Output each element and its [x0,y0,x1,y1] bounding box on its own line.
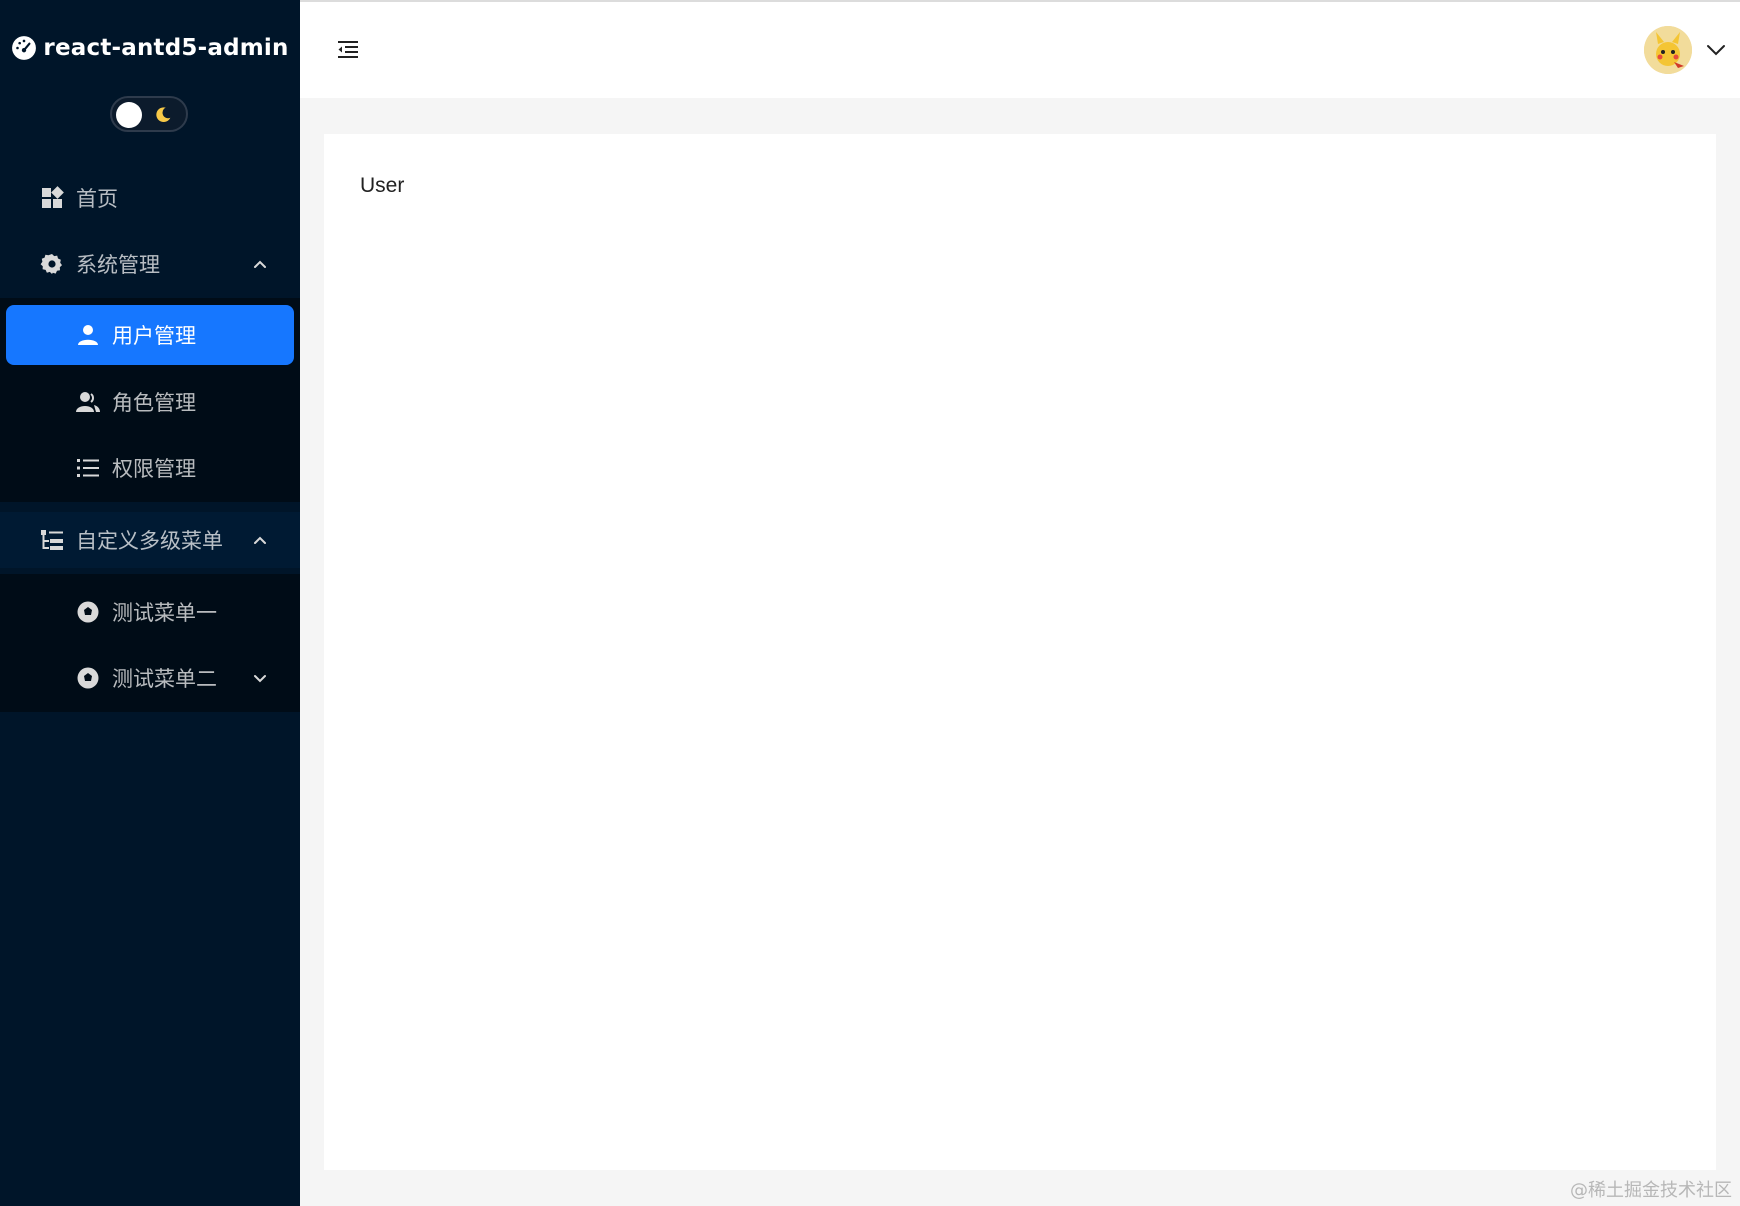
menu-item-custom[interactable]: 自定义多级菜单 [0,512,300,568]
content-text: User [360,174,405,197]
menu-item-home[interactable]: 首页 [0,170,300,226]
menu-home-label: 首页 [76,187,118,211]
chevron-down-icon [254,675,266,683]
chevron-down-icon[interactable] [1706,42,1726,58]
appstore-icon [40,186,64,210]
setting-icon [40,252,64,276]
menu-item-roles[interactable]: 角色管理 [0,374,300,430]
brand-title: react-antd5-admin [43,35,289,61]
avatar[interactable] [1644,26,1692,74]
team-icon [76,390,100,414]
menu-fold-icon[interactable] [336,38,360,62]
aperture-icon [76,600,100,624]
user-icon [76,323,100,347]
content-card: User [324,134,1716,1170]
menu-roles-label: 角色管理 [112,391,196,415]
menu-custom-label: 自定义多级菜单 [76,529,223,553]
watermark: @稀土掘金技术社区 [1570,1180,1732,1201]
menu-system-label: 系统管理 [76,253,160,277]
toggle-knob [116,102,142,128]
menu-item-system[interactable]: 系统管理 [0,236,300,292]
tree-icon [40,528,64,552]
unordered-list-icon [76,456,100,480]
menu-test1-label: 测试菜单一 [112,601,217,625]
menu-item-users[interactable]: 用户管理 [0,307,300,363]
menu-permissions-label: 权限管理 [112,457,196,481]
menu-item-test2[interactable]: 测试菜单二 [0,650,300,706]
aperture-icon [76,666,100,690]
chevron-up-icon [254,260,266,268]
dashboard-icon [12,36,37,60]
menu-item-permissions[interactable]: 权限管理 [0,440,300,496]
menu-users-label: 用户管理 [112,324,196,348]
theme-toggle[interactable] [110,96,188,132]
brand[interactable]: react-antd5-admin [0,30,300,66]
menu-test2-label: 测试菜单二 [112,667,217,691]
menu-item-test1[interactable]: 测试菜单一 [0,584,300,640]
header [300,2,1740,98]
moon-icon [156,107,171,123]
chevron-up-icon [254,536,266,544]
sidebar: react-antd5-admin 首页 系统管理 用户管理 角色管理 权限管理… [0,0,300,1206]
